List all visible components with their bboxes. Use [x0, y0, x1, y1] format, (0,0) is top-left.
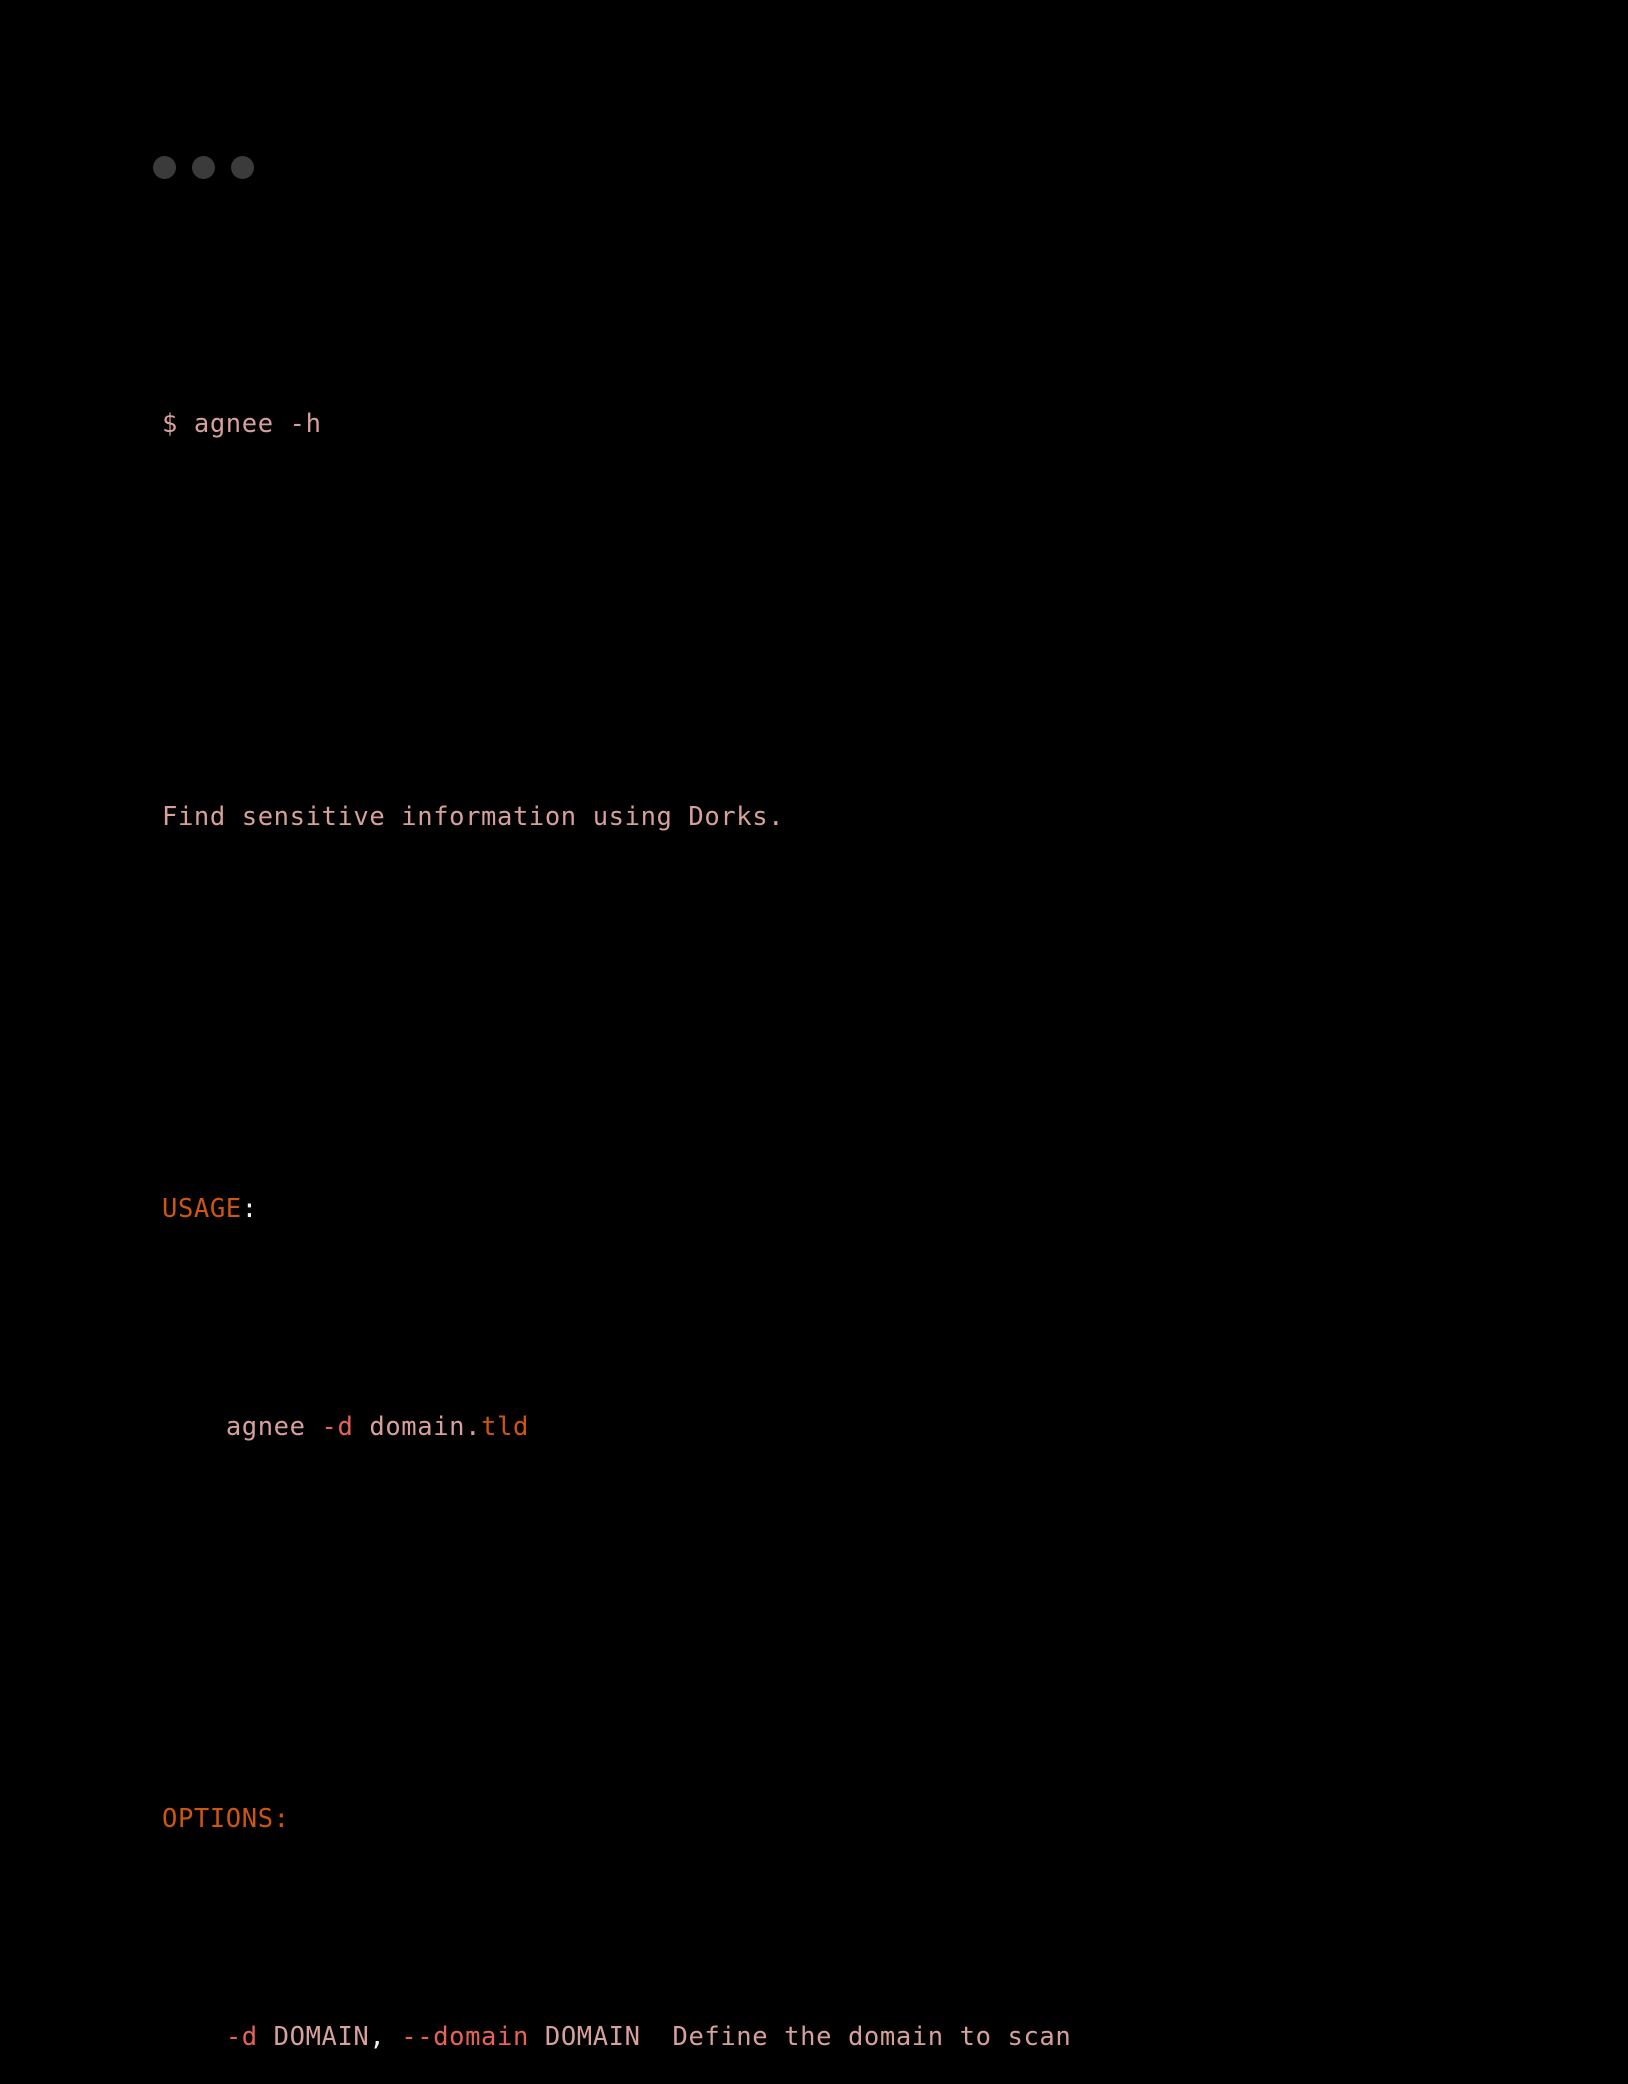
usage-example: agnee -d domain.tld: [162, 1406, 1279, 1450]
option-comma: ,: [369, 2022, 386, 2053]
usage-tld: tld: [481, 1412, 529, 1443]
usage-program: agnee: [225, 1412, 322, 1443]
usage-header: USAGE:: [162, 1188, 1279, 1232]
usage-header-colon: :: [241, 1194, 258, 1225]
terminal-window: $ agnee -h Find sensitive information us…: [0, 0, 1628, 2052]
command-line: $ agnee -h: [162, 403, 1279, 447]
option-pad: [641, 2022, 673, 2052]
minimize-dot[interactable]: [192, 156, 215, 179]
option-indent: [162, 2022, 226, 2052]
option-row-domain: -d DOMAIN, --domain DOMAIN Define the do…: [162, 2016, 1279, 2060]
window-controls: [153, 156, 254, 179]
usage-indent: [162, 1412, 226, 1442]
option-long-meta: DOMAIN: [528, 2022, 641, 2053]
description-text: Find sensitive information using Dorks.: [162, 801, 785, 832]
option-short-flag: -d: [225, 2022, 258, 2053]
option-help-text: Define the domain to scan: [672, 2022, 1072, 2053]
option-long-flag: --domain: [385, 2022, 529, 2053]
terminal-output[interactable]: $ agnee -h Find sensitive information us…: [162, 229, 1279, 2084]
program-description: Find sensitive information using Dorks.: [162, 796, 1279, 840]
usage-header-label: USAGE: [162, 1194, 242, 1225]
options-header-label: OPTIONS:: [162, 1804, 290, 1835]
maximize-dot[interactable]: [231, 156, 254, 179]
prompt-symbol: $: [162, 409, 178, 440]
close-dot[interactable]: [153, 156, 176, 179]
usage-argument: domain.: [353, 1412, 482, 1443]
option-short-meta: DOMAIN: [257, 2022, 370, 2053]
options-header: OPTIONS:: [162, 1798, 1279, 1842]
command-text: agnee -h: [193, 409, 322, 440]
usage-flag: -d: [321, 1412, 354, 1443]
